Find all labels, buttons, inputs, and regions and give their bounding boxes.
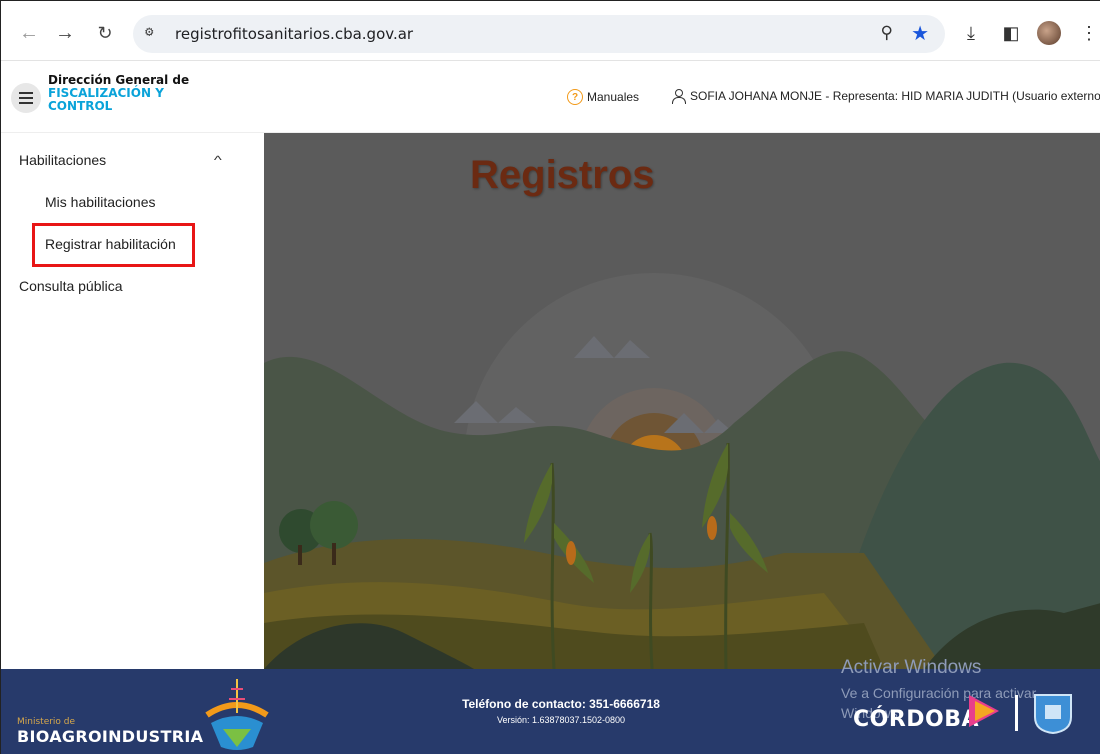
bookmark-star-icon[interactable]: ★ (911, 21, 929, 46)
contact-phone: Teléfono de contacto: 351-6666718 (462, 697, 660, 711)
more-menu-icon[interactable]: ⋮ (1075, 19, 1100, 47)
footer: Ministerio de BIOAGROINDUSTRIA Teléfono … (1, 657, 1100, 754)
back-arrow-icon[interactable]: ← (15, 19, 43, 47)
zoom-icon[interactable]: ⚲ (881, 23, 893, 43)
download-icon[interactable]: ⤓ (957, 19, 985, 47)
brand-logo: Dirección General de FISCALIZACIÓN Y CON… (48, 74, 189, 113)
ministry-small-text: Ministerio de (17, 717, 76, 727)
contact-info: Teléfono de contacto: 351-6666718 Versió… (421, 697, 701, 725)
user-label: SOFIA JOHANA MONJE - Representa: HID MAR… (690, 89, 1100, 103)
site-info-icon[interactable]: ⚙ (145, 24, 165, 44)
reload-icon[interactable]: ↻ (91, 19, 119, 47)
browser-toolbar: ← → ↻ ⚙ registrofitosanitarios.cba.gov.a… (1, 1, 1100, 61)
bioagro-emblem-icon (205, 679, 269, 750)
side-panel-icon[interactable]: ◧ (997, 19, 1025, 47)
main-content: Registros (264, 133, 1100, 669)
user-icon (671, 89, 686, 104)
highlight-box (32, 223, 195, 267)
landscape-illustration (264, 133, 1100, 669)
manuales-link[interactable]: ? Manuales (567, 89, 639, 105)
cordoba-arrow-icon (969, 695, 999, 727)
sidebar-item-habilitaciones[interactable]: Habilitaciones (19, 152, 106, 168)
hamburger-menu-icon[interactable] (11, 83, 41, 113)
user-info[interactable]: SOFIA JOHANA MONJE - Representa: HID MAR… (671, 89, 1100, 104)
logo-divider (1015, 695, 1018, 731)
address-bar[interactable]: ⚙ registrofitosanitarios.cba.gov.ar ⚲ ★ (133, 15, 945, 53)
help-circle-icon: ? (567, 89, 583, 105)
sidebar: Habilitaciones ^ Mis habilitaciones Regi… (1, 133, 264, 669)
activation-watermark-title: Activar Windows (841, 657, 982, 678)
activation-watermark-text: Ve a Configuración para activar (841, 685, 1037, 701)
sidebar-item-mis-habilitaciones[interactable]: Mis habilitaciones (45, 194, 156, 210)
ministry-logo: Ministerio de BIOAGROINDUSTRIA (17, 717, 203, 746)
ministry-name: BIOAGROINDUSTRIA (17, 727, 204, 746)
chevron-up-icon[interactable]: ^ (214, 153, 222, 167)
app-header: Dirección General de FISCALIZACIÓN Y CON… (1, 61, 1100, 133)
profile-avatar[interactable] (1037, 21, 1061, 45)
brand-line3: CONTROL (48, 99, 113, 113)
forward-arrow-icon[interactable]: → (51, 19, 79, 47)
page-title: Registros (470, 153, 655, 197)
manuales-label: Manuales (587, 90, 640, 104)
url-text[interactable]: registrofitosanitarios.cba.gov.ar (175, 25, 413, 43)
province-shield-icon (1034, 694, 1072, 735)
sidebar-item-consulta-publica[interactable]: Consulta pública (19, 278, 123, 294)
cordoba-logo: CÓRDOBA (853, 707, 980, 732)
version-text: Versión: 1.63878037.1502-0800 (496, 715, 626, 725)
